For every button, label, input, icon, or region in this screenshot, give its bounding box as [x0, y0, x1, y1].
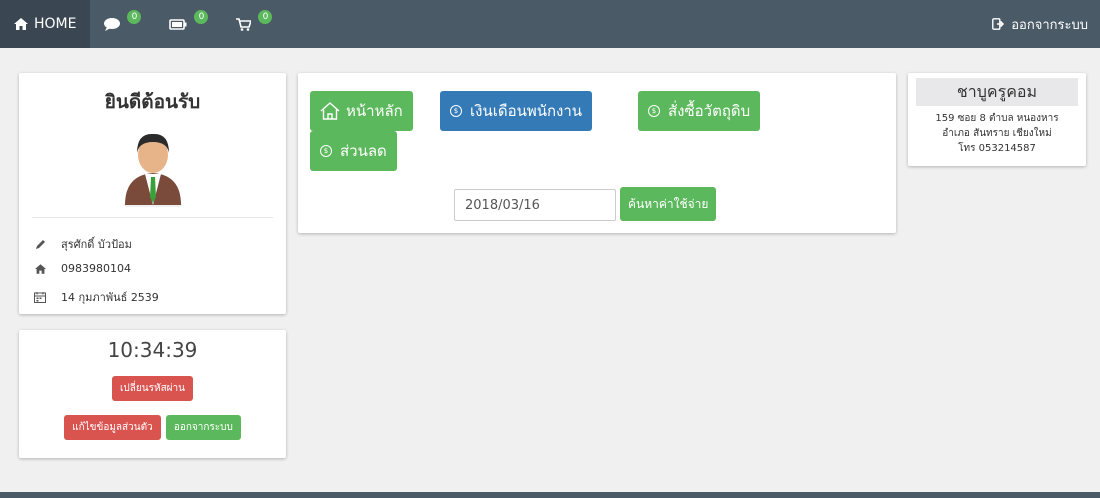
purchase-button[interactable]: $ สั่งซื้อวัตถุดิบ	[638, 91, 761, 131]
profile-birthdate-row: 14 กุมภาพันธ์ 2539	[33, 288, 159, 306]
company-panel: ชาบูครูคอม 159 ซอย 8 ตำบล หนองหาร อำเภอ …	[908, 73, 1086, 166]
company-phone: โทร 053214587	[958, 143, 1036, 154]
main-panel: หน้าหลัก $ เงินเดือนพนักงาน $ สั่งซื้อวั…	[298, 73, 896, 233]
comment-icon	[104, 17, 121, 31]
profile-name: สุรศักดิ์ บัวป้อม	[61, 238, 132, 251]
pencil-icon	[33, 239, 47, 250]
date-input[interactable]	[454, 189, 616, 221]
account-panel: 10:34:39 เปลี่ยนรหัสผ่าน แก้ไขข้อมูลส่วน…	[19, 330, 286, 458]
wallet-badge: 0	[194, 10, 209, 24]
cart-badge: 0	[258, 10, 273, 24]
home-icon	[14, 18, 28, 30]
nav-wallet[interactable]: 0	[155, 0, 222, 48]
home-icon	[33, 263, 47, 274]
nav-cart[interactable]: 0	[222, 0, 286, 48]
nav-logout-label: ออกจากระบบ	[1011, 17, 1088, 33]
search-expense-button[interactable]: ค้นหาค่าใช้จ่าย	[620, 187, 717, 221]
coin-icon: $	[320, 145, 332, 157]
battery-icon	[169, 18, 187, 30]
change-password-button[interactable]: เปลี่ยนรหัสผ่าน	[112, 376, 193, 401]
discount-button[interactable]: $ ส่วนลด	[310, 131, 397, 171]
company-name: ชาบูครูคอม	[916, 78, 1078, 106]
nav-logout[interactable]: ออกจากระบบ	[978, 0, 1100, 48]
profile-panel: ยินดีต้อนรับ สุรศักดิ์ บัวป้อม 098398010…	[19, 73, 286, 314]
footer-bar	[0, 492, 1100, 498]
sign-out-icon	[992, 18, 1005, 30]
cart-icon	[236, 17, 252, 31]
profile-name-row: สุรศักดิ์ บัวป้อม	[33, 235, 132, 253]
edit-profile-button[interactable]: แก้ไขข้อมูลส่วนตัว	[64, 415, 161, 440]
home-button-label: หน้าหลัก	[346, 102, 403, 120]
calendar-icon	[33, 291, 47, 303]
avatar	[122, 133, 183, 207]
company-address: 159 ซอย 8 ตำบล หนองหาร อำเภอ สันทราย เชี…	[908, 111, 1086, 156]
nav-home[interactable]: HOME	[0, 0, 91, 48]
welcome-title: ยินดีต้อนรับ	[104, 91, 201, 113]
coin-icon: $	[450, 105, 462, 117]
nav-home-label: HOME	[34, 16, 77, 32]
messages-badge: 0	[127, 10, 142, 24]
profile-phone-row: 0983980104	[33, 262, 131, 275]
profile-birthdate: 14 กุมภาพันธ์ 2539	[61, 291, 159, 304]
top-navbar: HOME 0 0 0 ออกจากระบบ	[0, 0, 1100, 48]
purchase-button-label: สั่งซื้อวัตถุดิบ	[668, 102, 751, 120]
home-outline-icon	[320, 102, 340, 120]
address-line-2: อำเภอ สันทราย เชียงใหม่	[942, 128, 1052, 139]
profile-divider	[32, 217, 273, 218]
address-line-1: 159 ซอย 8 ตำบล หนองหาร	[935, 113, 1059, 124]
salary-button-label: เงินเดือนพนักงาน	[470, 102, 583, 120]
clock-time: 10:34:39	[107, 338, 198, 362]
salary-button[interactable]: $ เงินเดือนพนักงาน	[440, 91, 593, 131]
discount-button-label: ส่วนลด	[340, 142, 387, 160]
nav-messages[interactable]: 0	[90, 0, 155, 48]
logout-button[interactable]: ออกจากระบบ	[165, 415, 241, 440]
profile-phone: 0983980104	[61, 262, 131, 275]
coin-icon: $	[648, 105, 660, 117]
home-button[interactable]: หน้าหลัก	[310, 91, 413, 131]
